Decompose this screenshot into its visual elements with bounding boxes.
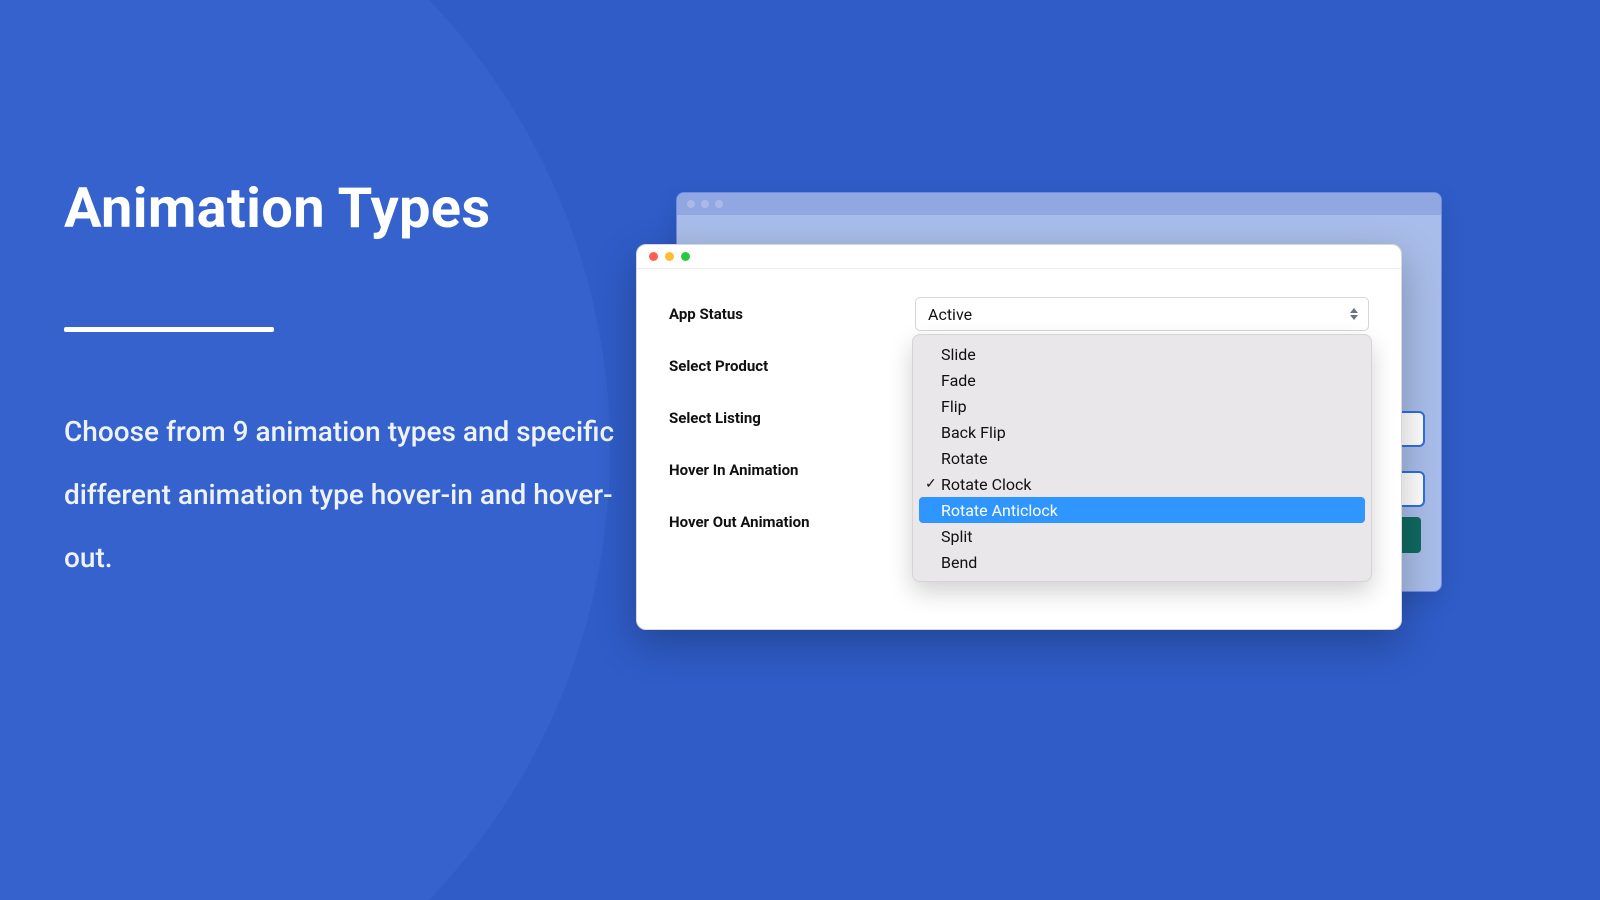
- dropdown-option[interactable]: Rotate: [919, 445, 1365, 471]
- label-select-product: Select Product: [669, 357, 915, 375]
- dropdown-option-label: Flip: [941, 397, 967, 416]
- hero-title: Animation Types: [64, 175, 624, 241]
- label-app-status: App Status: [669, 305, 915, 323]
- close-icon[interactable]: [649, 252, 658, 261]
- dropdown-option[interactable]: Bend: [919, 549, 1365, 575]
- divider: [64, 327, 274, 332]
- hero-description: Choose from 9 animation types and specif…: [64, 400, 624, 589]
- maximize-icon[interactable]: [681, 252, 690, 261]
- dropdown-option[interactable]: Flip: [919, 393, 1365, 419]
- dropdown-option-label: Bend: [941, 553, 977, 572]
- minimize-icon[interactable]: [665, 252, 674, 261]
- dropdown-option[interactable]: Back Flip: [919, 419, 1365, 445]
- dropdown-option[interactable]: Fade: [919, 367, 1365, 393]
- dropdown-option-label: Rotate Anticlock: [941, 501, 1058, 520]
- dropdown-option-label: Split: [941, 527, 973, 546]
- label-hover-out: Hover Out Animation: [669, 513, 915, 531]
- dropdown-option-label: Rotate Clock: [941, 475, 1032, 494]
- dropdown-option[interactable]: Slide: [919, 341, 1365, 367]
- label-select-listing: Select Listing: [669, 409, 915, 427]
- dropdown-option[interactable]: Split: [919, 523, 1365, 549]
- app-status-value: Active: [928, 305, 972, 324]
- dropdown-option-label: Slide: [941, 345, 976, 364]
- dropdown-option[interactable]: Rotate Clock: [919, 471, 1365, 497]
- updown-icon: [1350, 308, 1358, 320]
- traffic-light-icon: [701, 200, 709, 208]
- dropdown-option-label: Rotate: [941, 449, 988, 468]
- traffic-light-icon: [687, 200, 695, 208]
- traffic-light-icon: [715, 200, 723, 208]
- background-window-titlebar: [677, 193, 1441, 215]
- settings-window: App Status Active Select Product Select …: [636, 244, 1402, 630]
- dropdown-option-label: Back Flip: [941, 423, 1006, 442]
- label-hover-in: Hover In Animation: [669, 461, 915, 479]
- dropdown-option-label: Fade: [941, 371, 976, 390]
- app-status-select[interactable]: Active: [915, 297, 1369, 331]
- dropdown-option[interactable]: Rotate Anticlock: [919, 497, 1365, 523]
- animation-dropdown-menu: Slide Fade Flip Back Flip Rotate Rotate Clock…: [912, 334, 1372, 582]
- window-titlebar: [637, 245, 1401, 269]
